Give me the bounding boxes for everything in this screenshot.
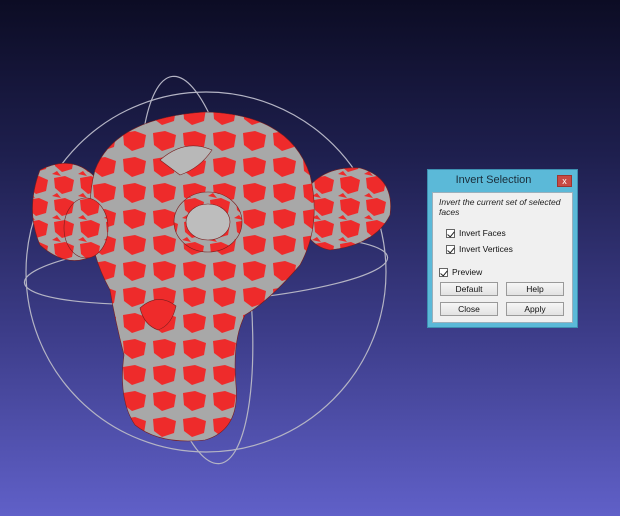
monkey-mesh: [32, 111, 391, 442]
default-button[interactable]: Default: [440, 282, 498, 296]
help-button[interactable]: Help: [506, 282, 564, 296]
invert-faces-option[interactable]: Invert Faces: [446, 228, 506, 238]
preview-label: Preview: [452, 267, 483, 277]
apply-button[interactable]: Apply: [506, 302, 564, 316]
invert-faces-checkbox[interactable]: [446, 228, 455, 238]
invert-vertices-checkbox[interactable]: [446, 244, 455, 254]
close-icon[interactable]: x: [557, 175, 572, 187]
dialog-description: Invert the current set of selected faces: [439, 197, 561, 217]
dialog-titlebar[interactable]: Invert Selection x: [428, 170, 577, 192]
preview-checkbox[interactable]: [439, 267, 448, 277]
close-button[interactable]: Close: [440, 302, 498, 316]
invert-vertices-option[interactable]: Invert Vertices: [446, 244, 513, 254]
dialog-title: Invert Selection: [455, 174, 532, 186]
invert-vertices-label: Invert Vertices: [459, 244, 513, 254]
invert-selection-dialog: Invert Selection x Invert the current se…: [427, 169, 578, 328]
invert-faces-label: Invert Faces: [459, 228, 506, 238]
dialog-panel: Invert the current set of selected faces…: [432, 192, 573, 323]
preview-option[interactable]: Preview: [439, 267, 482, 277]
